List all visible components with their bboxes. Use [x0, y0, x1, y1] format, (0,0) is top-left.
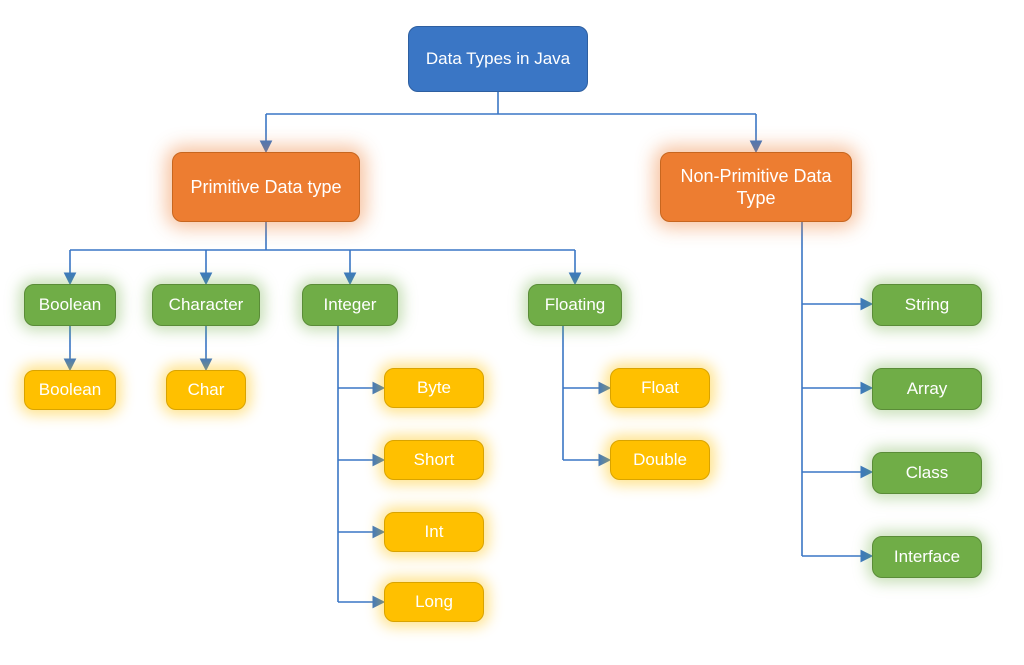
primitive-node: Primitive Data type: [172, 152, 360, 222]
byte-leaf: Byte: [384, 368, 484, 408]
interface-leaf: Interface: [872, 536, 982, 578]
short-leaf: Short: [384, 440, 484, 480]
connector-layer: [0, 0, 1024, 665]
boolean-node: Boolean: [24, 284, 116, 326]
floating-node: Floating: [528, 284, 622, 326]
array-leaf: Array: [872, 368, 982, 410]
char-leaf: Char: [166, 370, 246, 410]
double-leaf: Double: [610, 440, 710, 480]
character-node: Character: [152, 284, 260, 326]
string-leaf: String: [872, 284, 982, 326]
int-leaf: Int: [384, 512, 484, 552]
class-leaf: Class: [872, 452, 982, 494]
float-leaf: Float: [610, 368, 710, 408]
root-node: Data Types in Java: [408, 26, 588, 92]
boolean-leaf: Boolean: [24, 370, 116, 410]
long-leaf: Long: [384, 582, 484, 622]
integer-node: Integer: [302, 284, 398, 326]
nonprimitive-node: Non-Primitive Data Type: [660, 152, 852, 222]
